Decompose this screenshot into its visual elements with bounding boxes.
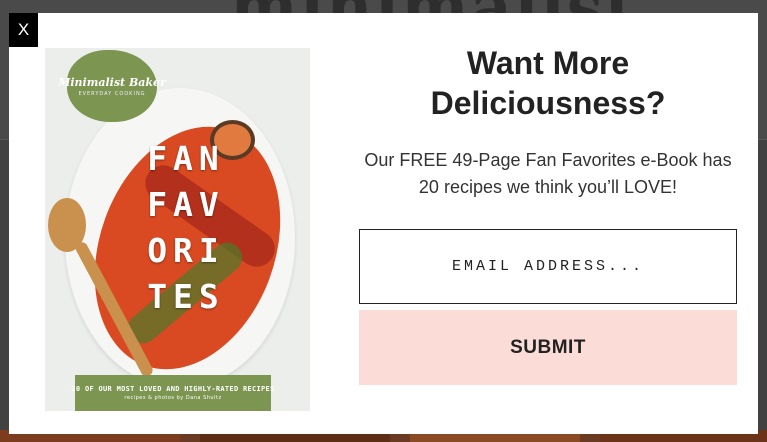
cover-band-sub: recipes & photos by Dana Shultz xyxy=(124,395,222,401)
cover-band-main: 20 OF OUR MOST LOVED AND HIGHLY-RATED RE… xyxy=(71,385,275,393)
cover-brand-badge: Minimalist Baker EVERYDAY COOKING xyxy=(58,50,166,122)
modal-subtext: Our FREE 49-Page Fan Favorites e-Book ha… xyxy=(364,150,732,197)
cover-brand: Minimalist Baker xyxy=(58,75,166,89)
cover-brand-sub: EVERYDAY COOKING xyxy=(78,90,146,97)
cover-title-line: FAV xyxy=(147,185,225,224)
email-field[interactable] xyxy=(359,229,737,304)
cover-title: FAN FAV ORI TES xyxy=(141,136,231,320)
submit-button[interactable]: SUBMIT xyxy=(359,310,737,385)
ebook-cover-image: Minimalist Baker EVERYDAY COOKING FAN FA… xyxy=(45,48,310,411)
cover-title-line: FAN xyxy=(147,139,225,178)
close-button[interactable]: X xyxy=(9,13,38,47)
cover-title-line: TES xyxy=(147,277,225,316)
modal-headline: Want More Deliciousness? xyxy=(430,45,666,121)
cover-subtitle-band: 20 OF OUR MOST LOVED AND HIGHLY-RATED RE… xyxy=(71,375,274,411)
cover-title-line: ORI xyxy=(147,231,225,270)
